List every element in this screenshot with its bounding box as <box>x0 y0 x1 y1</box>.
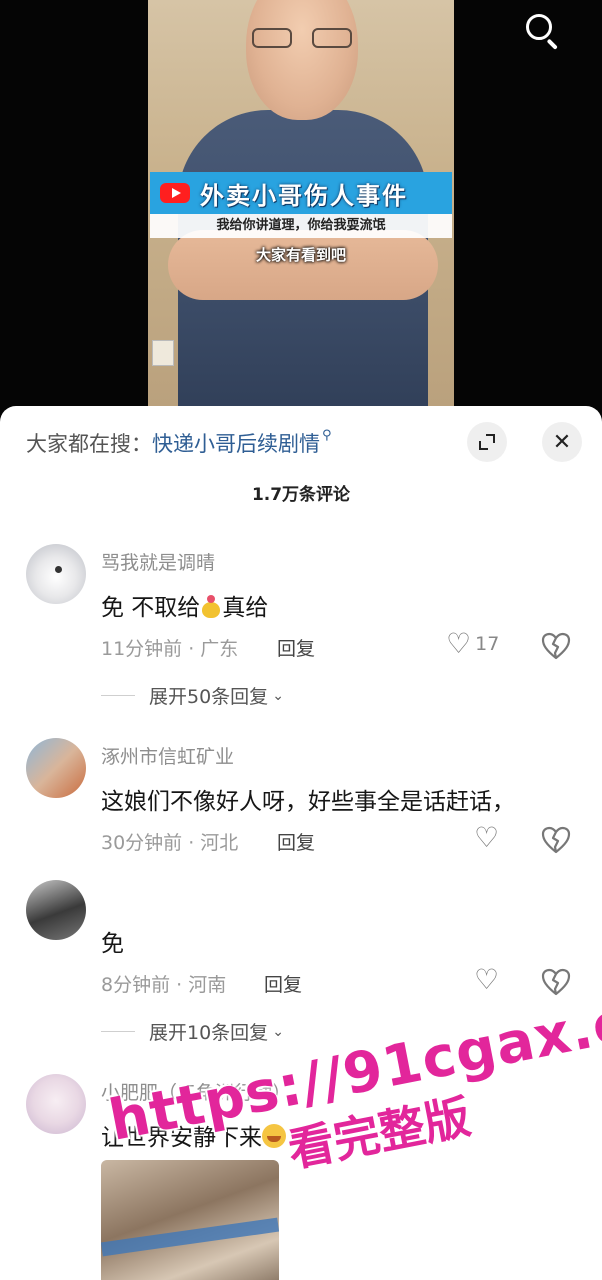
hot-search-term[interactable]: 快递小哥后续剧情 <box>152 428 320 458</box>
dislike-button[interactable] <box>540 824 572 856</box>
comment-text-part: 免 不取给 <box>101 595 201 621</box>
video-player[interactable]: 外卖小哥伤人事件 我给你讲道理，你给我耍流氓 大家有看到吧 <box>0 0 602 420</box>
comment-meta: 30分钟前 · 河北 <box>101 832 239 854</box>
like-count: 17 <box>475 633 500 655</box>
heart-icon: ♡ <box>446 627 472 660</box>
comment-count: 1.7万条评论 <box>251 485 351 505</box>
reply-button[interactable]: 回复 <box>264 970 302 997</box>
fullscreen-comments-button[interactable] <box>467 422 507 462</box>
comment-meta: 11分钟前 · 广东 <box>101 638 239 660</box>
dislike-button[interactable] <box>540 630 572 662</box>
comment-meta: 8分钟前 · 河南 <box>101 974 227 996</box>
comment-text: 免 <box>101 931 124 957</box>
video-person-arms <box>168 230 438 300</box>
like-button[interactable]: ♡ <box>446 966 499 994</box>
chevron-down-icon: ⌄ <box>272 687 284 704</box>
reply-button[interactable]: 回复 <box>277 634 315 661</box>
video-caption: 大家有看到吧 <box>255 246 346 264</box>
video-title-banner: 外卖小哥伤人事件 <box>150 172 452 214</box>
heart-icon: ♡ <box>474 821 500 854</box>
video-wall-outlet <box>152 340 174 366</box>
like-button[interactable]: ♡ 17 <box>446 630 499 658</box>
expand-replies-button[interactable]: 展开10条回复 ⌄ <box>101 1018 284 1045</box>
video-banner-subtitle: 我给你讲道理，你给我耍流氓 <box>150 214 452 238</box>
comment-username[interactable]: 骂我就是调晴 <box>101 548 215 575</box>
avatar[interactable] <box>26 544 86 604</box>
comment-text: 这娘们不像好人呀，好些事全是话赶话， <box>101 789 515 815</box>
expand-replies-button[interactable]: 展开50条回复 ⌄ <box>101 682 284 709</box>
video-person-head <box>246 0 358 120</box>
divider-line <box>101 695 135 696</box>
hot-search-label: 大家都在搜： <box>26 432 152 456</box>
search-icon[interactable] <box>522 10 562 50</box>
comment-text-part: 真给 <box>222 595 269 621</box>
avatar[interactable] <box>26 880 86 940</box>
reply-button[interactable]: 回复 <box>277 828 315 855</box>
expand-arrows-icon <box>479 434 495 450</box>
close-button[interactable]: ✕ <box>542 422 582 462</box>
expand-replies-label: 展开10条回复 <box>149 1022 269 1044</box>
avatar[interactable] <box>26 1074 86 1134</box>
broken-heart-icon <box>541 968 571 996</box>
small-search-icon: ⚲ <box>322 427 332 443</box>
heart-icon: ♡ <box>474 963 500 996</box>
comment-text: 免 不取给 真给 <box>101 588 268 622</box>
chevron-down-icon: ⌄ <box>272 1023 284 1040</box>
money-bag-emoji-icon <box>200 594 222 618</box>
video-banner-title: 外卖小哥伤人事件 <box>200 181 408 210</box>
comment-username[interactable]: 涿州市信虹矿业 <box>101 742 234 769</box>
like-button[interactable]: ♡ <box>446 824 499 852</box>
video-frame: 外卖小哥伤人事件 我给你讲道理，你给我耍流氓 大家有看到吧 <box>148 0 454 420</box>
close-icon: ✕ <box>552 429 572 455</box>
divider-line <box>101 1031 135 1032</box>
expand-replies-label: 展开50条回复 <box>149 686 269 708</box>
play-logo-icon <box>160 183 190 203</box>
avatar[interactable] <box>26 738 86 798</box>
broken-heart-icon <box>541 632 571 660</box>
hot-search-bar[interactable]: 大家都在搜： 快递小哥后续剧情 ⚲ <box>26 428 332 458</box>
video-person-glasses <box>252 28 352 50</box>
dislike-button[interactable] <box>540 966 572 998</box>
broken-heart-icon <box>541 826 571 854</box>
